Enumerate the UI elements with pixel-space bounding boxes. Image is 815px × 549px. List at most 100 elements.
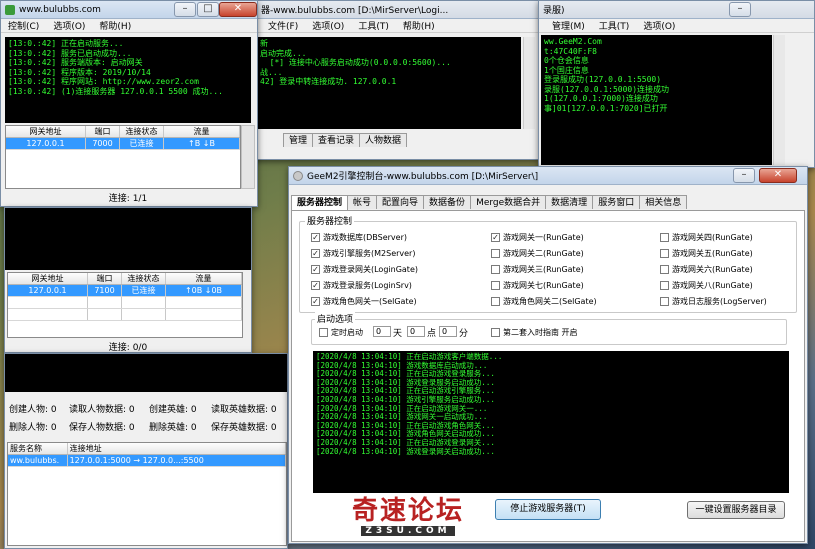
tab-merge[interactable]: Merge数据合并 — [470, 195, 547, 209]
column-header[interactable]: 连接状态 — [122, 273, 166, 284]
checkbox[interactable] — [491, 249, 500, 258]
geem2-control-window[interactable]: GeeM2引擎控制台-www.bulubbs.com [D:\MirServer… — [288, 166, 808, 544]
checkbox[interactable] — [660, 249, 669, 258]
tab-account[interactable]: 帐号 — [347, 195, 378, 209]
tab-records[interactable]: 查看记录 — [312, 133, 361, 147]
scrollbar[interactable] — [773, 35, 785, 165]
table-row[interactable]: 127.0.0.1 7100 已连接 ↑0B ↓0B — [8, 285, 242, 297]
menu-tools[interactable]: 工具(T) — [592, 19, 637, 32]
check-rungate-3[interactable]: 游戏网关三(RunGate) — [491, 264, 584, 275]
login-server-window[interactable]: 录服) – 管理(M) 工具(T) 选项(O) ww.GeeM2.Com t:4… — [538, 0, 815, 168]
table-row[interactable] — [8, 309, 242, 321]
minute-input[interactable]: 0 — [439, 326, 457, 337]
tab-service-window[interactable]: 服务窗口 — [592, 195, 641, 209]
tab-char-data[interactable]: 人物数据 — [359, 133, 408, 147]
check-rungate-1[interactable]: ✓ 游戏网关一(RunGate) — [491, 232, 584, 243]
db-server-window[interactable]: 创建人物: 0 读取人物数据: 0 创建英雄: 0 读取英雄数据: 0 删除人物… — [4, 353, 288, 549]
check-selgate-1[interactable]: ✓ 游戏角色网关一(SelGate) — [311, 296, 417, 307]
table-row[interactable]: ww.bulubbs. 127.0.0.1:5000 → 127.0.0...:… — [8, 455, 286, 467]
maximize-button[interactable]: □ — [197, 2, 219, 17]
checkbox[interactable]: ✓ — [311, 233, 320, 242]
minimize-button[interactable]: – — [729, 2, 751, 17]
window-titlebar[interactable]: GeeM2引擎控制台-www.bulubbs.com [D:\MirServer… — [289, 167, 807, 185]
check-m2server[interactable]: ✓ 游戏引擎服务(M2Server) — [311, 248, 415, 259]
minimize-button[interactable]: – — [174, 2, 196, 17]
checkbox[interactable]: ✓ — [311, 265, 320, 274]
column-header[interactable]: 端口 — [88, 273, 122, 284]
window-titlebar[interactable]: 器-www.bulubbs.com [D:\MirServer\Logi... — [241, 1, 539, 19]
login-gate-window[interactable]: www.bulubbs.com – □ ✕ 控制(C) 选项(O) 帮助(H) … — [0, 0, 258, 207]
tab-manage[interactable]: 管理 — [283, 133, 314, 147]
checkbox[interactable]: ✓ — [311, 249, 320, 258]
check-rungate-5[interactable]: 游戏网关五(RunGate) — [660, 248, 753, 259]
menu-options[interactable]: 选项(O) — [305, 19, 351, 32]
gate-table[interactable]: 网关地址 端口 连接状态 流量 127.0.0.1 7000 已连接 ↑B ↓B — [5, 125, 241, 189]
menu-help[interactable]: 帮助(H) — [396, 19, 442, 32]
menu-options[interactable]: 选项(O) — [46, 19, 92, 32]
checkbox[interactable] — [319, 328, 328, 337]
server-console-window-back[interactable]: 器-www.bulubbs.com [D:\MirServer\Logi... … — [240, 0, 540, 160]
checkbox[interactable] — [660, 265, 669, 274]
one-click-setup-button[interactable]: 一键设置服务器目录 — [687, 501, 785, 519]
check-rungate-4[interactable]: 游戏网关四(RunGate) — [660, 232, 753, 243]
menu-help[interactable]: 帮助(H) — [92, 19, 138, 32]
close-button[interactable]: ✕ — [759, 168, 797, 183]
gate-table[interactable]: 网关地址 端口 连接状态 流量 127.0.0.1 7100 已连接 ↑0B ↓… — [7, 272, 243, 338]
menu-tools[interactable]: 工具(T) — [351, 19, 396, 32]
menu-bar: 管理(M) 工具(T) 选项(O) — [539, 19, 814, 33]
tab-related-info[interactable]: 相关信息 — [639, 195, 688, 209]
startup-log-console: [2020/4/8 13:04:10] 正在启动游戏客户端数据... [2020… — [313, 351, 789, 493]
menu-options[interactable]: 选项(O) — [636, 19, 682, 32]
tab-data-cleanup[interactable]: 数据清理 — [545, 195, 594, 209]
table-cell: ww.bulubbs. — [8, 455, 68, 466]
column-header[interactable]: 网关地址 — [8, 273, 88, 284]
check-logingate[interactable]: ✓ 游戏登录网关(LoginGate) — [311, 264, 418, 275]
stop-server-button[interactable]: 停止游戏服务器(T) — [495, 499, 601, 520]
window-titlebar[interactable]: www.bulubbs.com – □ ✕ — [1, 1, 257, 19]
column-header[interactable]: 网关地址 — [6, 126, 86, 137]
server-table[interactable]: 服务名称 连接地址 ww.bulubbs. 127.0.0.1:5000 → 1… — [7, 442, 287, 546]
scrollbar[interactable] — [523, 37, 535, 129]
second-mode-check[interactable]: 第二套入时指南 开启 — [491, 327, 578, 338]
checkbox[interactable] — [660, 233, 669, 242]
column-header[interactable]: 连接地址 — [68, 443, 286, 454]
checkbox[interactable]: ✓ — [311, 297, 320, 306]
column-header[interactable]: 服务名称 — [8, 443, 68, 454]
column-header[interactable]: 端口 — [86, 126, 120, 137]
tab-config-wizard[interactable]: 配置向导 — [376, 195, 425, 209]
window-titlebar[interactable]: 录服) – — [539, 1, 814, 19]
check-selgate-2[interactable]: 游戏角色网关二(SelGate) — [491, 296, 597, 307]
timed-start-check[interactable]: 定时启动 — [319, 327, 363, 338]
checkbox[interactable] — [491, 297, 500, 306]
close-button[interactable]: ✕ — [219, 2, 257, 17]
tab-server-control[interactable]: 服务器控制 — [291, 195, 349, 210]
checkbox[interactable] — [660, 297, 669, 306]
menu-file[interactable]: 文件(F) — [261, 19, 305, 32]
checkbox[interactable]: ✓ — [311, 281, 320, 290]
checkbox-label: 游戏网关七(RunGate) — [503, 281, 584, 290]
column-header[interactable]: 流量 — [164, 126, 240, 137]
column-header[interactable]: 连接状态 — [120, 126, 164, 137]
select-gate-window[interactable]: 网关地址 端口 连接状态 流量 127.0.0.1 7100 已连接 ↑0B ↓… — [4, 207, 252, 353]
checkbox[interactable]: ✓ — [491, 233, 500, 242]
check-logserver[interactable]: 游戏日志服务(LogServer) — [660, 296, 767, 307]
minimize-button[interactable]: – — [733, 168, 755, 183]
menu-control[interactable]: 控制(C) — [1, 19, 46, 32]
check-rungate-6[interactable]: 游戏网关六(RunGate) — [660, 264, 753, 275]
day-input[interactable]: 0 — [373, 326, 391, 337]
tab-data-backup[interactable]: 数据备份 — [423, 195, 472, 209]
check-dbserver[interactable]: ✓ 游戏数据库(DBServer) — [311, 232, 407, 243]
checkbox[interactable] — [660, 281, 669, 290]
check-rungate-8[interactable]: 游戏网关八(RunGate) — [660, 280, 753, 291]
column-header[interactable]: 流量 — [166, 273, 242, 284]
check-rungate-7[interactable]: 游戏网关七(RunGate) — [491, 280, 584, 291]
table-row[interactable] — [8, 297, 242, 309]
check-loginsrv[interactable]: ✓ 游戏登录服务(LoginSrv) — [311, 280, 412, 291]
menu-manage[interactable]: 管理(M) — [545, 19, 592, 32]
table-row[interactable]: 127.0.0.1 7000 已连接 ↑B ↓B — [6, 138, 240, 150]
checkbox[interactable] — [491, 265, 500, 274]
check-rungate-2[interactable]: 游戏网关二(RunGate) — [491, 248, 584, 259]
checkbox[interactable] — [491, 281, 500, 290]
hour-input[interactable]: 0 — [407, 326, 425, 337]
checkbox[interactable] — [491, 328, 500, 337]
